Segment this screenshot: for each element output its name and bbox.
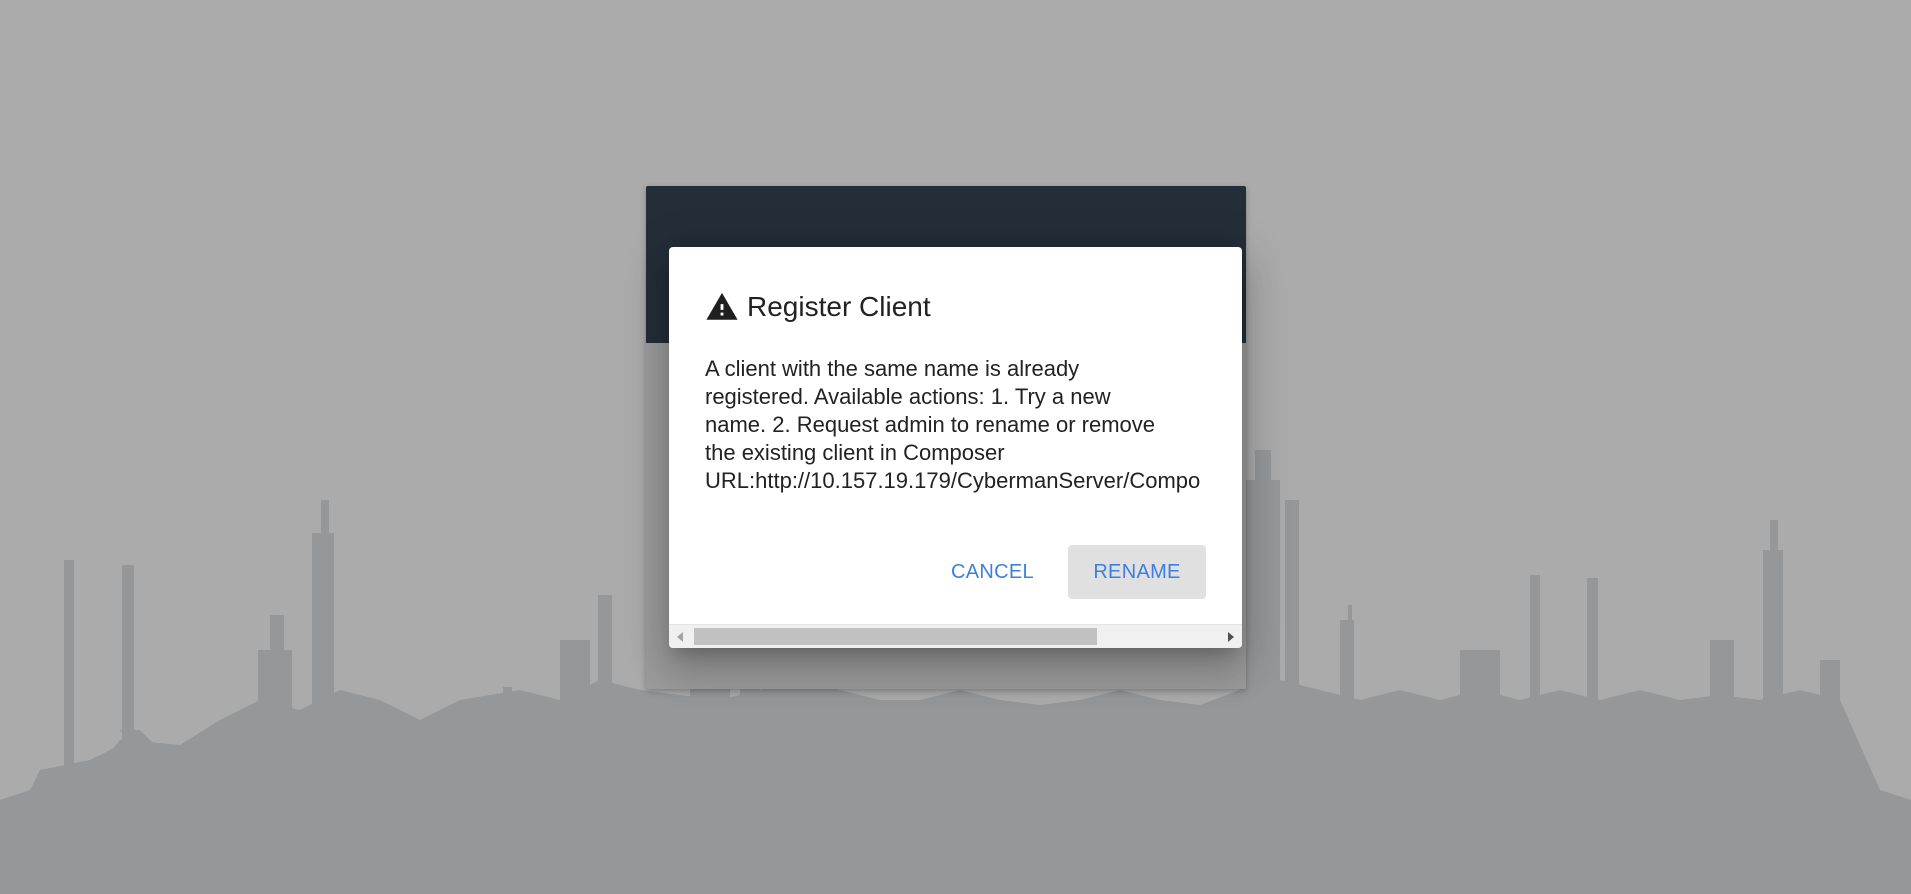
dialog-message-line: URL:http://10.157.19.179/CybermanServer/… <box>705 468 1201 493</box>
dialog-message-line: registered. Available actions: 1. Try a … <box>705 384 1111 409</box>
scroll-left-arrow-icon[interactable] <box>669 625 691 648</box>
horizontal-scrollbar[interactable] <box>669 624 1242 648</box>
dialog-title: Register Client <box>705 287 931 327</box>
rename-button[interactable]: RENAME <box>1068 545 1206 599</box>
scroll-right-arrow-icon[interactable] <box>1220 625 1242 648</box>
warning-icon <box>706 292 738 320</box>
cancel-button[interactable]: CANCEL <box>931 545 1051 599</box>
dialog-message-line: name. 2. Request admin to rename or remo… <box>705 412 1156 437</box>
dialog-message-line: the existing client in Composer <box>705 440 1005 465</box>
register-client-dialog: Register Client A client with the same n… <box>669 247 1242 648</box>
scrollbar-thumb[interactable] <box>694 628 1097 645</box>
dialog-title-text: Register Client <box>747 291 931 322</box>
dialog-message: A client with the same name is already r… <box>705 355 1225 495</box>
dialog-message-line: A client with the same name is already <box>705 356 1080 381</box>
